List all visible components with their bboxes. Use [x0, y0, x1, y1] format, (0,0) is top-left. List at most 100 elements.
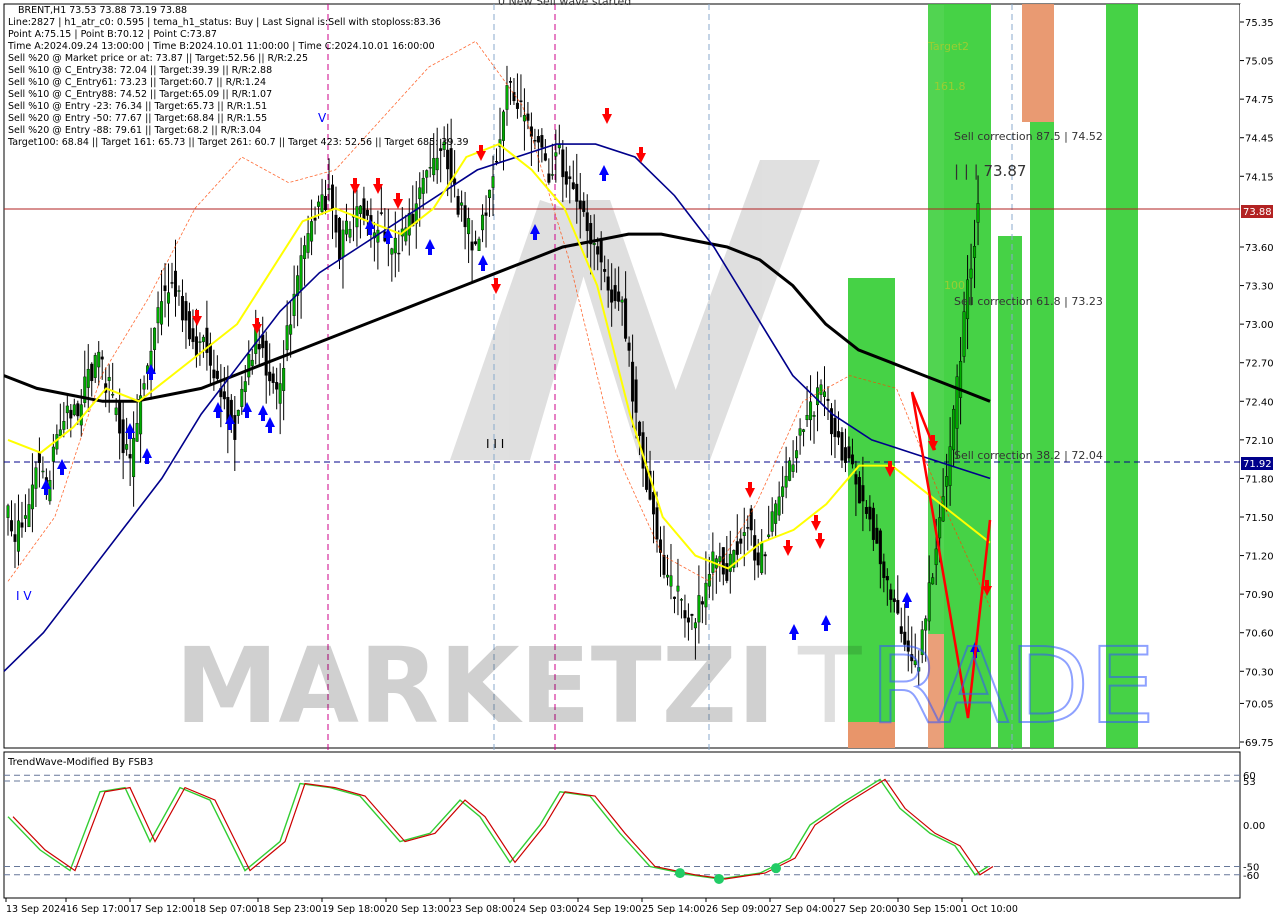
candle-body	[107, 376, 111, 381]
time-tick-label: 30 Sep 15:00	[898, 904, 961, 915]
info-line: Sell %20 @ Market price or at: 73.87 || …	[8, 53, 308, 64]
price-tick-label: 74.45	[1245, 134, 1274, 145]
candle-body	[467, 218, 471, 235]
candle-body	[627, 342, 631, 351]
time-axis: 13 Sep 2024 16 Sep 17:00 17 Sep 12:00 18 Se…	[5, 898, 1018, 915]
candle-body	[823, 391, 827, 397]
candle-body	[781, 486, 785, 497]
candle-body	[268, 371, 272, 382]
price-tick-label: 71.50	[1245, 513, 1274, 524]
candle-body	[180, 295, 184, 321]
price-tag-label: 73.88	[1243, 207, 1272, 218]
candle-body	[774, 503, 778, 524]
candle-body	[23, 515, 27, 519]
candle-body	[13, 534, 17, 542]
candle-body	[746, 527, 750, 529]
time-tick-label: 25 Sep 14:00	[642, 904, 705, 915]
price-tick-label: 73.60	[1245, 243, 1274, 254]
candle-body	[885, 575, 889, 581]
candle-body	[317, 201, 321, 207]
candle-body	[27, 504, 31, 528]
candle-body	[435, 157, 439, 171]
candle-body	[198, 341, 202, 343]
info-line: Sell %20 @ Entry -50: 77.67 || Target:68…	[8, 113, 267, 124]
candle-body	[86, 368, 90, 388]
candle-body	[739, 538, 743, 544]
candle-body	[111, 393, 115, 396]
candle-body	[931, 577, 935, 585]
candle-body	[959, 361, 963, 398]
price-tick-label: 70.60	[1245, 629, 1274, 640]
candle-body	[871, 507, 875, 540]
candle-body	[439, 148, 443, 151]
candle-body	[41, 470, 45, 473]
candle-body	[173, 270, 177, 297]
candle-body	[69, 409, 73, 419]
candle-body	[564, 171, 568, 185]
candle-body	[170, 282, 174, 284]
price-tick-label: 72.10	[1245, 436, 1274, 447]
candle-body	[767, 534, 771, 537]
candle-body	[540, 135, 544, 148]
time-tick-label: 19 Sep 18:00	[322, 904, 385, 915]
candle-body	[215, 370, 219, 379]
price-tick-label: 71.20	[1245, 552, 1274, 563]
price-tick-label: 75.35	[1245, 18, 1274, 29]
candle-body	[114, 407, 118, 415]
candle-body	[212, 369, 216, 379]
candle-body	[973, 246, 977, 258]
candle-body	[892, 598, 896, 602]
candle-body	[16, 520, 20, 552]
t1618-label: 161.8	[934, 80, 966, 93]
candle-body	[718, 556, 722, 562]
candle-body	[550, 174, 554, 176]
candle-body	[393, 237, 397, 254]
svg-text:RADE: RADE	[870, 625, 1155, 747]
candle-body	[358, 205, 362, 214]
candle-body	[676, 585, 680, 592]
candle-body	[624, 298, 628, 339]
candle-body	[690, 613, 694, 616]
indicator-tick-label: 53	[1243, 777, 1256, 788]
candle-body	[470, 241, 474, 251]
indicator-panel-frame	[3, 751, 1241, 899]
candle-body	[303, 245, 307, 259]
price-axis[interactable]: 75.35 75.05 74.75 74.45 74.15 73.88 73.60 73.30…	[1240, 4, 1280, 898]
candle-body	[833, 417, 837, 438]
info-line: Time A:2024.09.24 13:00:00 | Time B:2024…	[7, 41, 435, 52]
candle-body	[596, 246, 600, 255]
chart-canvas[interactable]: MARKETZI T RADE 0 New Sell wave started …	[0, 0, 1280, 920]
candle-body	[519, 100, 523, 102]
price-tick-label: 70.90	[1245, 590, 1274, 601]
price-tick-label: 72.70	[1245, 359, 1274, 370]
candle-body	[449, 148, 453, 183]
sell-382-label: Sell correction 38.2 | 72.04	[954, 449, 1103, 462]
candle-body	[969, 268, 973, 279]
candle-body	[20, 522, 24, 528]
target2-label: Target2	[927, 40, 969, 53]
candle-body	[125, 444, 129, 450]
candle-body	[488, 189, 492, 199]
t100-label: 100	[944, 279, 965, 292]
candle-body	[477, 238, 481, 251]
indicator-tick-label: -60	[1243, 871, 1259, 882]
candle-body	[847, 446, 851, 459]
candle-body	[840, 432, 844, 461]
candle-body	[390, 248, 394, 255]
info-line: Sell %20 @ Entry -88: 79.61 || Target:68…	[8, 125, 261, 136]
candle-body	[735, 541, 739, 555]
candle-body	[142, 383, 146, 390]
candle-body	[76, 403, 80, 417]
svg-text:T: T	[797, 625, 862, 747]
candle-body	[257, 343, 261, 350]
candle-body	[638, 421, 642, 436]
candle-body	[474, 241, 478, 245]
candle-body	[240, 388, 244, 407]
candle-body	[306, 233, 310, 253]
candle-body	[463, 205, 467, 228]
candle-body	[456, 195, 460, 215]
candle-body	[327, 188, 331, 190]
candle-body	[606, 276, 610, 291]
candle-body	[864, 507, 868, 514]
candle-body	[613, 285, 617, 302]
